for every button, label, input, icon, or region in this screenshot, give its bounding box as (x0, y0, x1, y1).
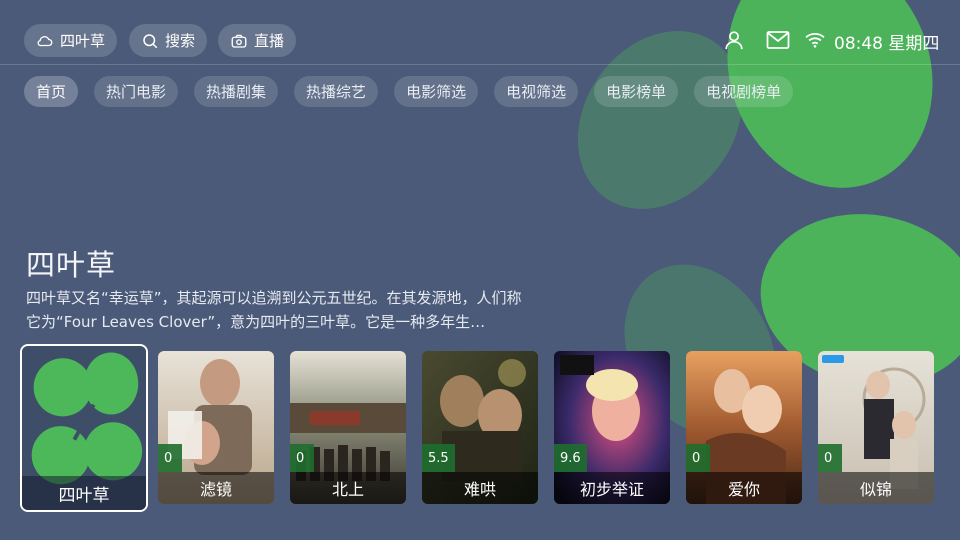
site-label: 四叶草 (60, 32, 106, 50)
card-title: 爱你 (686, 472, 802, 504)
card-title: 初步举证 (554, 472, 670, 504)
user-icon[interactable] (722, 28, 746, 52)
score-badge: 9.6 (554, 444, 587, 472)
nav-tab-home[interactable]: 首页 (24, 76, 79, 107)
card-title: 滤镜 (158, 472, 274, 504)
score-badge: 0 (158, 444, 182, 472)
hero-title: 四叶草 (26, 248, 117, 282)
nav-tab-hot-movies[interactable]: 热门电影 (94, 76, 179, 107)
clock-weekday: 星期四 (888, 34, 940, 54)
top-bar: 四叶草 搜索 直播 08:48 星期四 (0, 0, 960, 65)
mail-icon[interactable] (765, 28, 791, 52)
live-button[interactable]: 直播 (218, 24, 297, 57)
camera-icon (231, 34, 247, 48)
nav-tab-tv-filter[interactable]: 电视筛选 (494, 76, 579, 107)
media-card[interactable]: 0 滤镜 (158, 351, 274, 504)
score-badge: 0 (290, 444, 314, 472)
hero-description: 四叶草又名“幸运草”，其起源可以追溯到公元五世纪。在其发源地，人们称它为“Fou… (26, 289, 522, 331)
score-badge: 5.5 (422, 444, 455, 472)
media-card[interactable]: 5.5 难哄 (422, 351, 538, 504)
site-switch-button[interactable]: 四叶草 (24, 24, 118, 57)
wifi-icon (803, 28, 827, 52)
search-label: 搜索 (165, 32, 196, 50)
cloud-icon (37, 35, 53, 46)
nav-tab-movie-ranking[interactable]: 电影榜单 (594, 76, 679, 107)
media-card[interactable]: 9.6 初步举证 (554, 351, 670, 504)
nav-tab-hot-variety[interactable]: 热播综艺 (294, 76, 379, 107)
media-card[interactable]: 0 爱你 (686, 351, 802, 504)
nav-tab-hot-series[interactable]: 热播剧集 (194, 76, 279, 107)
featured-card[interactable]: 四叶草 (20, 344, 148, 512)
clock-time: 08:48 (834, 34, 883, 54)
score-badge: 0 (818, 444, 842, 472)
card-title: 难哄 (422, 472, 538, 504)
clock: 08:48 星期四 (834, 29, 939, 54)
nav-tab-tv-ranking[interactable]: 电视剧榜单 (694, 76, 794, 107)
search-button[interactable]: 搜索 (129, 24, 208, 57)
card-title: 似锦 (818, 472, 934, 504)
category-nav: 首页 热门电影 热播剧集 热播综艺 电影筛选 电视筛选 电影榜单 电视剧榜单 (24, 76, 794, 107)
featured-card-label: 四叶草 (22, 476, 146, 510)
score-badge: 0 (686, 444, 710, 472)
card-title: 北上 (290, 472, 406, 504)
nav-tab-movie-filter[interactable]: 电影筛选 (394, 76, 479, 107)
live-label: 直播 (254, 32, 285, 50)
search-icon (143, 33, 158, 48)
media-card[interactable]: 0 似锦 (818, 351, 934, 504)
media-card[interactable]: 0 北上 (290, 351, 406, 504)
